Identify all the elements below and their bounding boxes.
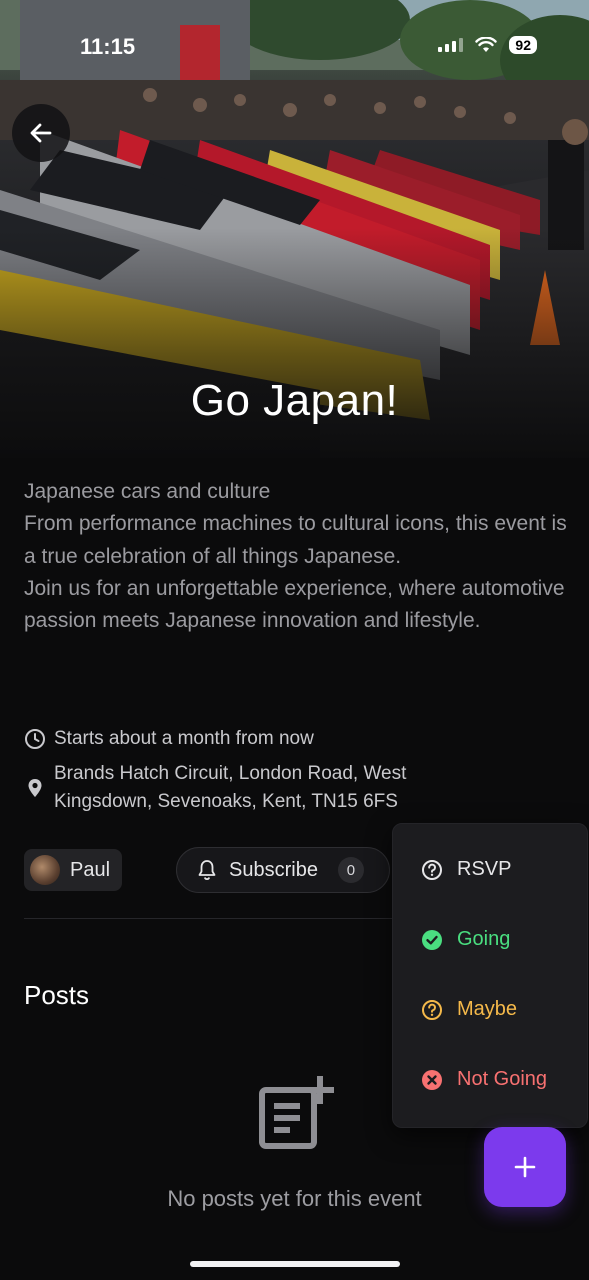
question-circle-icon: [422, 999, 442, 1020]
host-avatar: [30, 855, 60, 885]
going-label: Going: [457, 928, 511, 950]
divider: [24, 918, 404, 919]
question-circle-icon: [422, 859, 442, 880]
maybe-label: Maybe: [457, 998, 518, 1020]
not-going-label: Not Going: [457, 1068, 548, 1090]
bell-icon: [198, 860, 216, 880]
rsvp-label: RSVP: [457, 858, 512, 880]
subscribe-button[interactable]: Subscribe 0: [176, 847, 390, 893]
rsvp-menu-item-going[interactable]: Going: [421, 928, 510, 951]
x-circle-icon: [422, 1069, 442, 1090]
event-description: Japanese cars and culture From performan…: [24, 480, 567, 633]
subscribe-label: Subscribe: [229, 858, 318, 881]
rsvp-menu-item-rsvp[interactable]: RSVP: [421, 858, 511, 881]
add-post-button[interactable]: [484, 1127, 566, 1207]
event-cover-image: 11:15 92 Go Japan!: [0, 0, 589, 458]
posts-heading: Posts: [24, 980, 90, 1010]
arrow-left-icon: [30, 123, 52, 143]
rsvp-menu: RSVP Going Maybe Not Going: [392, 823, 588, 1128]
event-location-text: Brands Hatch Circuit, London Road, West …: [54, 763, 407, 812]
home-indicator[interactable]: [190, 1261, 400, 1267]
status-indicators: 92: [438, 36, 537, 54]
event-title: Go Japan!: [190, 376, 399, 425]
post-add-icon: [259, 1076, 334, 1149]
back-button[interactable]: [12, 104, 70, 162]
host-chip[interactable]: Paul: [24, 849, 123, 891]
rsvp-menu-item-not-going[interactable]: Not Going: [421, 1068, 547, 1091]
cellular-signal-icon: [438, 38, 464, 52]
check-circle-icon: [422, 929, 442, 950]
event-location-row[interactable]: Brands Hatch Circuit, London Road, West …: [24, 760, 406, 816]
status-time: 11:15: [80, 34, 136, 59]
host-name: Paul: [70, 858, 111, 881]
event-start-row: Starts about a month from now: [24, 725, 314, 753]
clock-icon: [25, 729, 45, 749]
rsvp-menu-item-maybe[interactable]: Maybe: [421, 998, 517, 1021]
subscriber-count-badge: 0: [337, 857, 364, 883]
event-start-text: Starts about a month from now: [54, 728, 314, 749]
map-pin-icon: [28, 779, 42, 797]
plus-icon: [514, 1156, 536, 1178]
battery-indicator: 92: [509, 36, 537, 54]
wifi-icon: [475, 37, 498, 52]
